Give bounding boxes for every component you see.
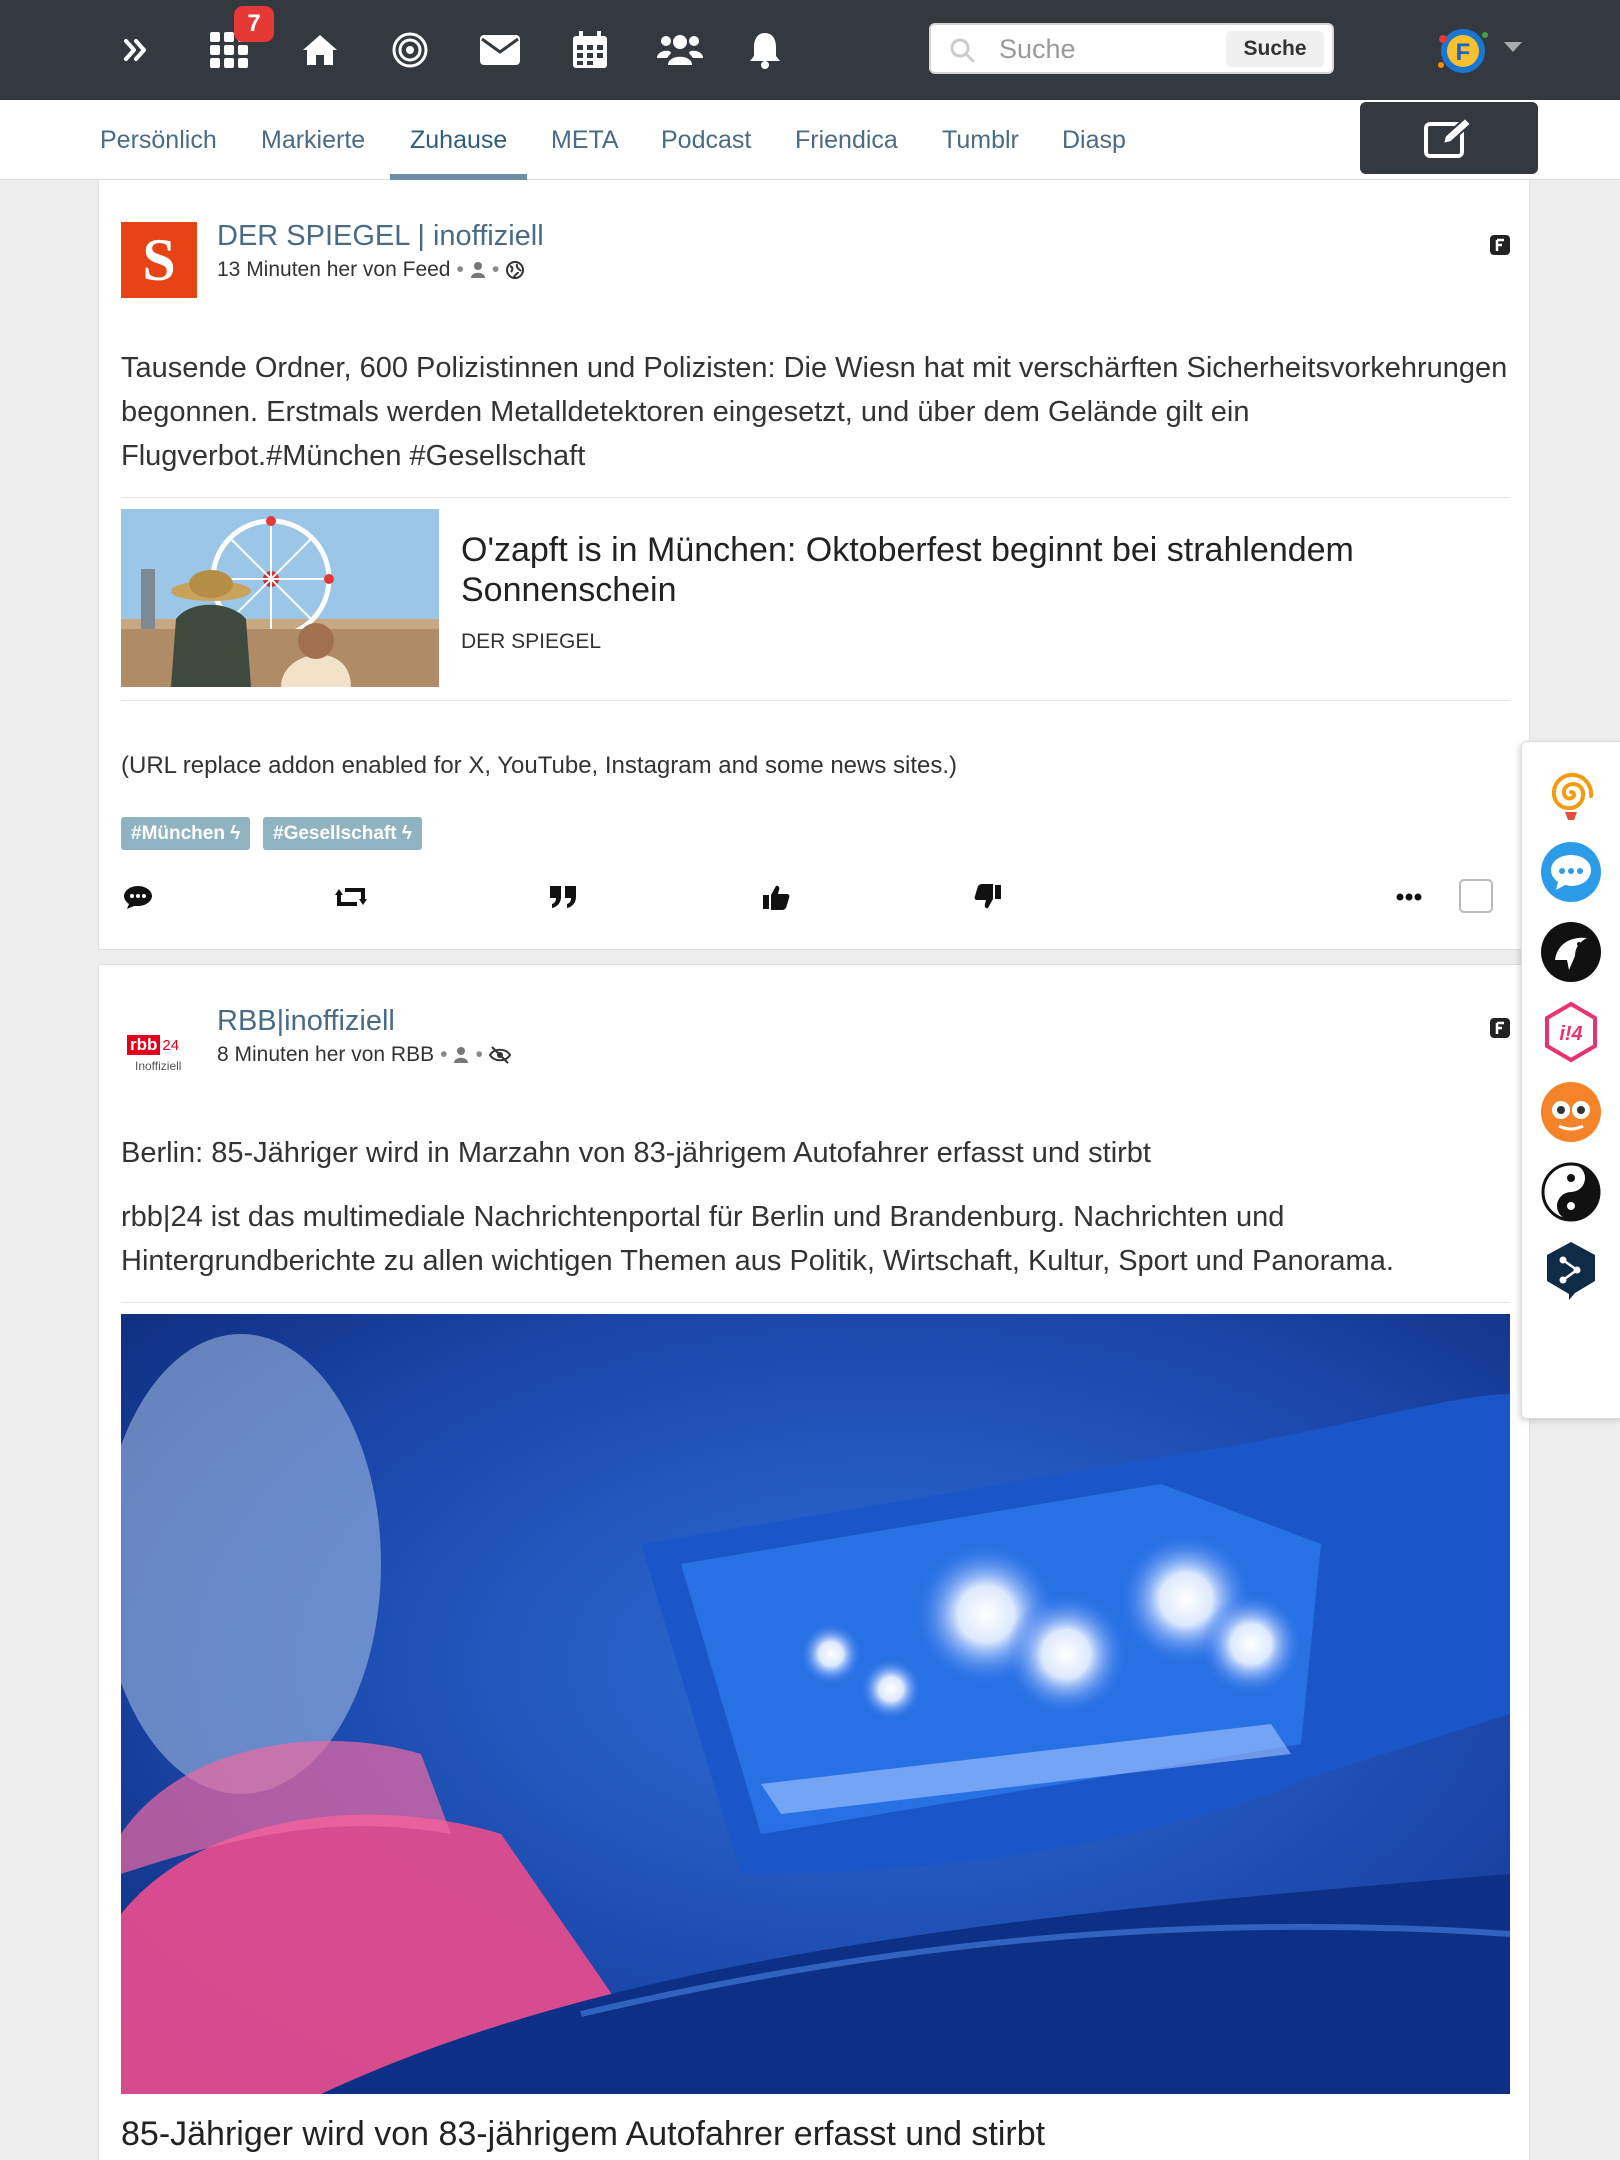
user-icon — [470, 262, 485, 278]
image-caption[interactable]: 85-Jähriger wird von 83-jährigem Autofah… — [121, 2115, 1045, 2154]
preview-title[interactable]: O'zapft is in München: Oktoberfest begin… — [461, 530, 1481, 610]
post-time[interactable]: 8 Minuten her von RBB — [217, 1043, 434, 1067]
addon-note: (URL replace addon enabled for X, YouTub… — [121, 752, 958, 779]
like-icon[interactable] — [759, 880, 793, 914]
separator: • — [456, 258, 464, 281]
comment-icon[interactable] — [121, 880, 155, 914]
select-checkbox[interactable] — [1459, 879, 1493, 913]
post-body: rbb|24 ist das multimediale Nachrichtenp… — [121, 1201, 1394, 1277]
tab-tumblr[interactable]: Tumblr — [922, 100, 1039, 180]
spiral-icon[interactable] — [1539, 762, 1603, 826]
svg-text:F: F — [1456, 39, 1471, 66]
post-author[interactable]: RBB|inoffiziell — [217, 1005, 395, 1038]
quote-icon[interactable] — [546, 880, 580, 914]
post-headline: Berlin: 85-Jähriger wird in Marzahn von … — [121, 1137, 1151, 1169]
post-meta: 13 Minuten her von Feed • • — [217, 258, 525, 282]
hex-icon[interactable]: i!4 — [1539, 1000, 1603, 1064]
search-icon — [949, 37, 975, 68]
avatar-caption: Inoffiziell — [135, 1059, 182, 1073]
avatar[interactable]: S — [121, 222, 197, 298]
mail-icon[interactable] — [472, 22, 528, 78]
post-meta: 8 Minuten her von RBB • • — [217, 1043, 511, 1067]
yinyang-icon[interactable] — [1539, 1160, 1603, 1224]
bird-icon[interactable] — [1539, 920, 1603, 984]
chat-icon[interactable] — [1539, 840, 1603, 904]
separator: • — [475, 1043, 483, 1066]
post-author[interactable]: DER SPIEGEL | inoffiziell — [217, 220, 544, 253]
user-avatar[interactable]: F — [1433, 21, 1493, 81]
tab-markierte[interactable]: Markierte — [241, 100, 385, 180]
rbb-logo: rbb 24 — [127, 1035, 179, 1055]
mascot-icon[interactable] — [1539, 1080, 1603, 1144]
chevron-down-icon[interactable] — [1504, 42, 1522, 52]
tab-meta[interactable]: META — [531, 100, 639, 180]
friendica-icon[interactable] — [1489, 234, 1511, 256]
hashtag-gesellschaft[interactable]: #Gesellschaft ϟ — [263, 817, 422, 850]
deepl-icon[interactable] — [1539, 1238, 1603, 1302]
calendar-icon[interactable] — [562, 22, 618, 78]
avatar-letter: S — [142, 227, 176, 293]
menu-expand-icon[interactable] — [108, 22, 164, 78]
more-icon[interactable] — [1392, 880, 1426, 914]
avatar[interactable]: rbb 24 Inoffiziell — [121, 1025, 197, 1101]
edit-icon — [1424, 116, 1473, 158]
post-card: rbb 24 Inoffiziell RBB|inoffiziell 8 Min… — [98, 964, 1530, 2160]
home-icon[interactable] — [292, 22, 348, 78]
bell-icon[interactable] — [737, 22, 793, 78]
tab-podcast[interactable]: Podcast — [641, 100, 771, 180]
search-button[interactable]: Suche — [1226, 31, 1324, 67]
post-image[interactable] — [121, 1314, 1510, 2094]
apps-grid-icon[interactable]: 7 — [202, 6, 274, 78]
globe-icon — [506, 261, 525, 279]
search-box: Suche — [929, 23, 1334, 74]
preview-source: DER SPIEGEL — [461, 630, 602, 653]
divider — [121, 1302, 1510, 1303]
notification-badge: 7 — [234, 6, 274, 42]
divider — [121, 700, 1510, 701]
top-navbar: 7 Suche F — [0, 0, 1620, 100]
compose-button[interactable] — [1360, 102, 1538, 174]
tab-diasp[interactable]: Diasp — [1042, 100, 1146, 180]
divider — [121, 497, 1510, 498]
rbb-logo-text: rbb — [127, 1035, 161, 1055]
target-icon[interactable] — [382, 22, 438, 78]
rbb-logo-number: 24 — [162, 1036, 180, 1054]
svg-text:i!4: i!4 — [1559, 1023, 1582, 1045]
app-dock: i!4 — [1521, 741, 1620, 1419]
share-icon[interactable] — [334, 880, 368, 914]
preview-image[interactable] — [121, 509, 439, 687]
tab-zuhause[interactable]: Zuhause — [390, 100, 528, 180]
eye-slash-icon — [488, 1046, 511, 1064]
tab-persoenlich[interactable]: Persönlich — [80, 100, 237, 180]
post-body: Tausende Ordner, 600 Polizistinnen und P… — [121, 352, 1508, 472]
tab-friendica[interactable]: Friendica — [775, 100, 918, 180]
separator: • — [491, 258, 500, 281]
post-time[interactable]: 13 Minuten her von Feed — [217, 258, 450, 282]
users-icon[interactable] — [652, 22, 708, 78]
hashtag-munchen[interactable]: #München ϟ — [121, 817, 251, 850]
separator: • — [440, 1043, 448, 1066]
friendica-icon[interactable] — [1489, 1017, 1511, 1039]
user-icon — [454, 1047, 469, 1063]
search-input[interactable] — [999, 31, 1229, 67]
post-card: S DER SPIEGEL | inoffiziell 13 Minuten h… — [98, 180, 1530, 950]
dislike-icon[interactable] — [971, 880, 1005, 914]
